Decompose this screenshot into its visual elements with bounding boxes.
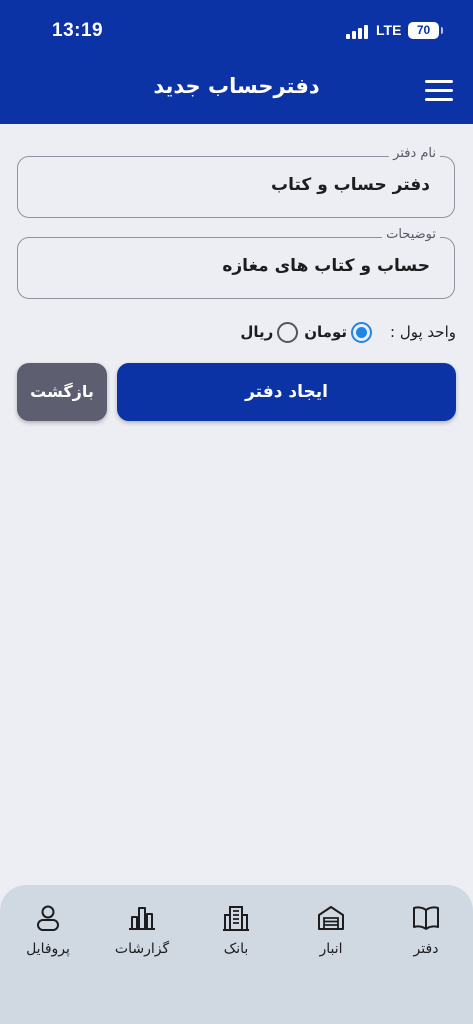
bar-chart-icon bbox=[129, 907, 155, 930]
bottom-navigation: دفتر انبار بانک گزارشات پروفایل bbox=[0, 885, 473, 1024]
network-type: LTE bbox=[376, 22, 402, 38]
nav-label-bank: بانک bbox=[223, 941, 249, 957]
battery-icon: 70 bbox=[408, 22, 443, 39]
page-title: دفترحساب جدید bbox=[153, 74, 320, 98]
nav-label-reports: گزارشات bbox=[114, 941, 170, 957]
status-bar: 13:19 LTE 70 bbox=[0, 0, 473, 60]
hamburger-menu-icon[interactable] bbox=[425, 80, 453, 102]
description-value[interactable]: حساب و کتاب های مغازه bbox=[222, 256, 430, 276]
nav-item-book[interactable]: دفتر bbox=[386, 903, 466, 973]
open-book-icon bbox=[413, 906, 439, 930]
currency-label: واحد پول : bbox=[390, 323, 456, 341]
nav-item-bank[interactable]: بانک bbox=[196, 903, 276, 973]
bank-building-icon bbox=[223, 906, 249, 931]
nav-item-profile[interactable]: پروفایل bbox=[8, 903, 88, 973]
description-label: توضیحات bbox=[382, 227, 440, 242]
nav-label-profile: پروفایل bbox=[26, 941, 70, 957]
create-book-button[interactable]: ایجاد دفتر bbox=[117, 363, 456, 421]
toman-radio-label[interactable]: تومان bbox=[304, 323, 347, 341]
book-name-label: نام دفتر bbox=[389, 146, 440, 161]
rial-radio[interactable] bbox=[277, 321, 299, 343]
book-name-field[interactable]: نام دفتر دفتر حساب و کتاب bbox=[17, 146, 455, 218]
nav-label-warehouse: انبار bbox=[319, 941, 343, 957]
currency-selector: واحد پول : تومان ریال bbox=[156, 318, 456, 346]
book-name-value[interactable]: دفتر حساب و کتاب bbox=[271, 175, 430, 195]
nav-label-book: دفتر bbox=[413, 941, 439, 957]
warehouse-icon bbox=[318, 906, 344, 930]
nav-item-reports[interactable]: گزارشات bbox=[102, 903, 182, 973]
signal-strength-icon bbox=[346, 24, 370, 39]
toman-radio[interactable] bbox=[351, 321, 373, 343]
rial-radio-label[interactable]: ریال bbox=[240, 323, 273, 341]
status-time: 13:19 bbox=[52, 20, 104, 41]
nav-item-warehouse[interactable]: انبار bbox=[291, 903, 371, 973]
user-profile-icon bbox=[37, 905, 59, 931]
app-header: 13:19 LTE 70 دفترحساب جدید bbox=[0, 0, 473, 124]
back-button[interactable]: بازگشت bbox=[17, 363, 107, 421]
description-field[interactable]: توضیحات حساب و کتاب های مغازه bbox=[17, 227, 455, 299]
